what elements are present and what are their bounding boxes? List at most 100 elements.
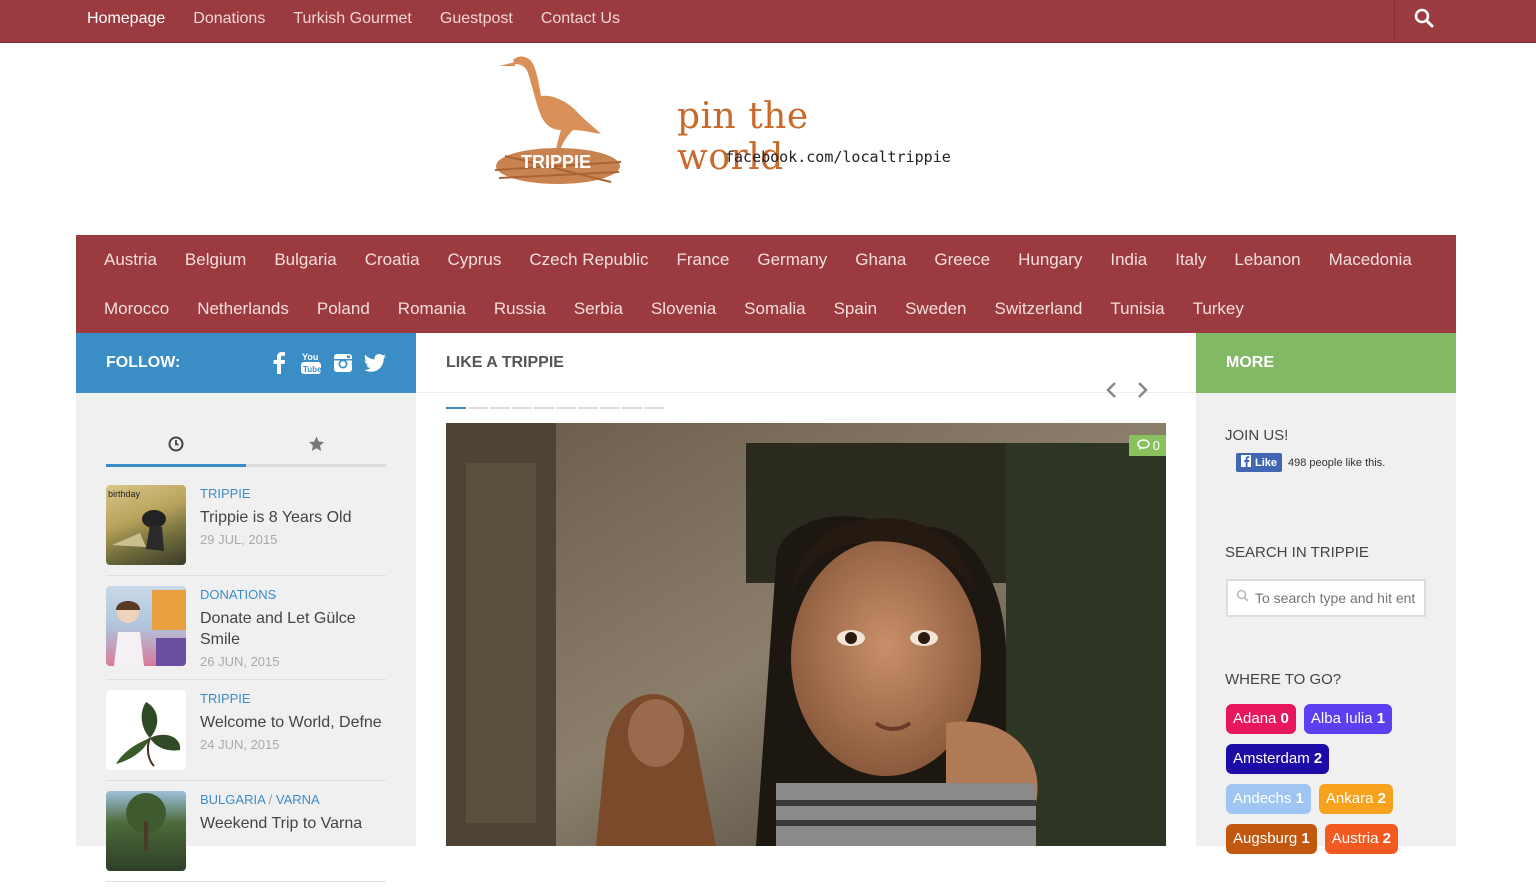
- tag-adana[interactable]: Adana 0: [1226, 704, 1296, 734]
- country-link[interactable]: Russia: [480, 299, 560, 319]
- country-link[interactable]: Greece: [920, 250, 1004, 270]
- facebook-icon[interactable]: [268, 352, 290, 374]
- section-header: LIKE A TRIPPIE: [416, 333, 1196, 393]
- comments-icon: [1137, 438, 1150, 453]
- join-title: JOIN US!: [1225, 427, 1289, 444]
- country-link[interactable]: Poland: [303, 299, 384, 319]
- post-list: birthday TRIPPIE Trippie is 8 Years Old …: [106, 485, 386, 892]
- country-link[interactable]: Slovenia: [637, 299, 730, 319]
- tab-recent[interactable]: [106, 429, 246, 467]
- post-date: 29 JUL, 2015: [200, 532, 278, 547]
- slider-dot[interactable]: [490, 407, 510, 409]
- country-link[interactable]: Lebanon: [1220, 250, 1314, 270]
- nav-turkish-gourmet[interactable]: Turkish Gourmet: [279, 0, 426, 43]
- follow-label: FOLLOW:: [106, 354, 181, 371]
- country-link[interactable]: Serbia: [560, 299, 637, 319]
- country-link[interactable]: Germany: [743, 250, 841, 270]
- chevron-right-icon[interactable]: [1136, 381, 1150, 404]
- country-link[interactable]: Romania: [384, 299, 480, 319]
- country-link[interactable]: Somalia: [730, 299, 819, 319]
- tag-row: Adana 0 Alba Iulia 1: [1226, 704, 1436, 734]
- slider-dot[interactable]: [556, 407, 576, 409]
- search-icon[interactable]: [1414, 8, 1436, 30]
- post-thumbnail[interactable]: [106, 690, 186, 770]
- country-link[interactable]: Netherlands: [183, 299, 303, 319]
- country-link[interactable]: Tunisia: [1096, 299, 1178, 319]
- post-title[interactable]: Trippie is 8 Years Old: [200, 507, 351, 528]
- tag-andechs[interactable]: Andechs 1: [1226, 784, 1311, 814]
- tag-row: Amsterdam 2: [1226, 744, 1436, 774]
- country-link[interactable]: Spain: [820, 299, 891, 319]
- tab-popular[interactable]: [246, 429, 386, 464]
- post-tabs: [106, 429, 386, 467]
- follow-bar: FOLLOW: You Tube: [76, 333, 416, 393]
- post-category[interactable]: TRIPPIE: [200, 485, 351, 503]
- country-link[interactable]: Macedonia: [1315, 250, 1426, 270]
- tag-augsburg[interactable]: Augsburg 1: [1226, 824, 1317, 854]
- nav-donations[interactable]: Donations: [179, 0, 279, 43]
- country-link[interactable]: Ghana: [841, 250, 920, 270]
- country-link[interactable]: Belgium: [171, 250, 260, 270]
- tag-alba-iulia[interactable]: Alba Iulia 1: [1303, 704, 1393, 734]
- category-link[interactable]: BULGARIA: [200, 792, 265, 807]
- svg-text:birthday: birthday: [108, 489, 141, 499]
- country-link[interactable]: Morocco: [90, 299, 183, 319]
- tag-row: Augsburg 1 Austria 2: [1226, 824, 1436, 854]
- list-item: TRIPPIE Welcome to World, Defne 24 JUN, …: [106, 690, 386, 781]
- country-link[interactable]: Cyprus: [434, 250, 516, 270]
- slider-nav: [1104, 381, 1150, 404]
- instagram-icon[interactable]: [332, 352, 354, 374]
- slider-dot[interactable]: [446, 407, 466, 409]
- tag-austria[interactable]: Austria 2: [1324, 824, 1398, 854]
- logo-badge-text: TRIPPIE: [521, 152, 591, 172]
- slider-dot[interactable]: [644, 407, 664, 409]
- country-link[interactable]: Croatia: [351, 250, 434, 270]
- svg-text:Tube: Tube: [303, 365, 322, 374]
- comment-count: 0: [1152, 438, 1160, 453]
- post-title[interactable]: Welcome to World, Defne: [200, 712, 382, 733]
- country-link[interactable]: Bulgaria: [260, 250, 350, 270]
- post-title[interactable]: Donate and Let Gülce Smile: [200, 608, 386, 650]
- slider-dot[interactable]: [534, 407, 554, 409]
- facebook-like-widget: Like 498 people like this.: [1236, 453, 1385, 472]
- search-input[interactable]: [1255, 590, 1415, 606]
- country-link[interactable]: Sweden: [891, 299, 980, 319]
- slider-dot[interactable]: [600, 407, 620, 409]
- country-link[interactable]: Austria: [90, 250, 171, 270]
- nav-homepage[interactable]: Homepage: [73, 0, 179, 43]
- tag-amsterdam[interactable]: Amsterdam 2: [1226, 744, 1330, 774]
- post-thumbnail[interactable]: [106, 791, 186, 871]
- twitter-icon[interactable]: [364, 352, 386, 374]
- tag-ankara[interactable]: Ankara 2: [1318, 784, 1393, 814]
- featured-image[interactable]: 0: [446, 423, 1166, 846]
- slider-dot[interactable]: [622, 407, 642, 409]
- country-link[interactable]: France: [662, 250, 743, 270]
- slider-dot[interactable]: [468, 407, 488, 409]
- post-title[interactable]: Weekend Trip to Varna: [200, 813, 362, 834]
- nav-contact-us[interactable]: Contact Us: [527, 0, 634, 43]
- post-thumbnail[interactable]: [106, 586, 186, 666]
- site-logo[interactable]: TRIPPIE pin the world facebook.com/local…: [485, 50, 951, 190]
- post-category[interactable]: TRIPPIE: [200, 690, 382, 708]
- list-item: birthday TRIPPIE Trippie is 8 Years Old …: [106, 485, 386, 576]
- clock-icon: [168, 436, 184, 457]
- nav-guestpost[interactable]: Guestpost: [426, 0, 527, 43]
- comment-count-badge[interactable]: 0: [1128, 435, 1166, 456]
- more-header: MORE: [1196, 333, 1456, 393]
- slider-dot[interactable]: [512, 407, 532, 409]
- facebook-like-button[interactable]: Like: [1236, 453, 1283, 472]
- country-link[interactable]: India: [1096, 250, 1161, 270]
- slider-dot[interactable]: [578, 407, 598, 409]
- post-category[interactable]: DONATIONS: [200, 586, 386, 604]
- country-link[interactable]: Turkey: [1179, 299, 1258, 319]
- post-thumbnail[interactable]: birthday: [106, 485, 186, 565]
- chevron-left-icon[interactable]: [1104, 381, 1118, 404]
- post-category: BULGARIA / VARNA: [200, 791, 362, 809]
- country-link[interactable]: Switzerland: [981, 299, 1097, 319]
- category-link[interactable]: VARNA: [276, 792, 320, 807]
- country-link[interactable]: Hungary: [1004, 250, 1096, 270]
- where-title: WHERE TO GO?: [1225, 671, 1342, 688]
- youtube-icon[interactable]: You Tube: [300, 352, 322, 374]
- country-link[interactable]: Czech Republic: [515, 250, 662, 270]
- country-link[interactable]: Italy: [1161, 250, 1220, 270]
